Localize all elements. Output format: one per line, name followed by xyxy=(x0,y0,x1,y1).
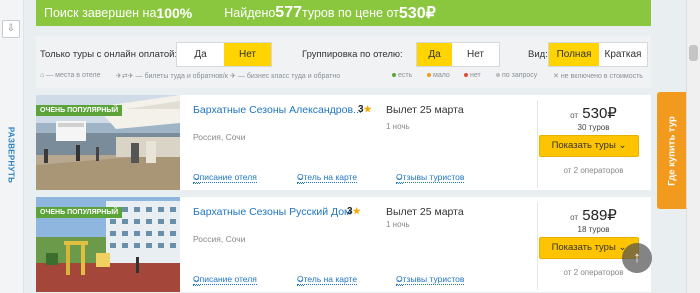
found-middle: туров по цене от xyxy=(302,6,399,20)
scrollbar[interactable] xyxy=(686,0,700,293)
view-short[interactable]: Краткая xyxy=(599,43,647,66)
hotel-description-link[interactable]: Описание отеля ⌄ xyxy=(193,172,257,184)
group-by-hotel-yes[interactable]: Да xyxy=(417,43,452,66)
legend-not-included: ✕ не включено в стоимость xyxy=(553,73,643,80)
star-icon: ★ xyxy=(352,206,361,216)
online-payment-label: Только туры с онлайн оплатой: xyxy=(40,49,178,60)
popular-badge: ОЧЕНЬ ПОПУЛЯРНЫЙ xyxy=(36,207,123,218)
online-payment-no[interactable]: Нет xyxy=(224,43,271,66)
search-status-bar: Поиск завершен на 100% Найдено 577 туров… xyxy=(36,0,651,26)
hotel-stars: 3★ xyxy=(358,104,372,115)
group-by-hotel-no[interactable]: Нет xyxy=(452,43,499,66)
departure-date: Вылет 25 марта xyxy=(386,104,464,116)
scrollbar-thumb[interactable] xyxy=(689,45,698,61)
hotel-reviews-link[interactable]: Отзывы туристов ⌄ xyxy=(396,172,465,184)
online-payment-yes[interactable]: Да xyxy=(177,43,224,66)
legend-no: нет xyxy=(464,72,481,79)
tour-duration: 1 ночь xyxy=(386,122,410,131)
hotel-card: ОЧЕНЬ ПОПУЛЯРНЫЙ Бархатные Сезоны Русски… xyxy=(36,197,651,292)
hotel-description-link[interactable]: Описание отеля ⌄ xyxy=(193,274,257,286)
legend-request: по запросу xyxy=(496,72,537,79)
tours-count: 30 туров xyxy=(577,123,610,132)
found-prefix: Найдено xyxy=(224,6,276,20)
show-tours-button[interactable]: Показать туры ⌄ xyxy=(539,135,639,157)
hotel-price: от 589₽ xyxy=(570,207,617,224)
where-to-buy-tab[interactable]: Где купить тур xyxy=(657,92,687,209)
plane-icon: ✈⇄✈ xyxy=(116,73,136,80)
search-status-text: Поиск завершен на xyxy=(44,6,157,20)
expand-panel-toggle[interactable]: РАЗВЕРНУТЬ xyxy=(2,120,20,190)
search-percent: 100% xyxy=(156,5,193,21)
hotel-price: от 530₽ xyxy=(570,105,617,122)
no-dot-icon xyxy=(464,73,468,78)
legend-tickets: ✈⇄✈ — билеты туда и обратно xyxy=(116,73,220,80)
business-class-icon: ʙ/ᴋ ✈ xyxy=(219,73,238,80)
view-label: Вид: xyxy=(528,49,548,60)
download-icon[interactable]: ⇩ xyxy=(2,20,20,38)
arrow-up-icon[interactable]: ↑ xyxy=(622,243,652,273)
yes-dot-icon xyxy=(392,73,396,78)
view-toggle: Полная Краткая xyxy=(548,42,648,67)
filter-panel: Только туры с онлайн оплатой: Да Нет Гру… xyxy=(36,36,651,88)
legend-yes: есть xyxy=(392,72,412,79)
group-by-hotel-label: Группировка по отелю: xyxy=(302,49,403,60)
hotel-reviews-link[interactable]: Отзывы туристов ⌄ xyxy=(396,274,465,286)
tours-count: 18 туров xyxy=(577,225,610,234)
tour-duration: 1 ночь xyxy=(386,220,410,229)
request-dot-icon xyxy=(496,73,500,78)
cross-icon: ✕ xyxy=(553,73,561,80)
hotel-map-link[interactable]: Отель на карте ⌄ xyxy=(297,274,358,286)
hotel-name-link[interactable]: Бархатные Сезоны Александров... xyxy=(193,104,362,116)
price-box: от 530₽ 30 туров Показать туры ⌄ от 2 оп… xyxy=(537,100,649,188)
few-dot-icon xyxy=(427,73,431,78)
hotel-location: Россия, Сочи xyxy=(193,234,246,244)
hotel-card: ОЧЕНЬ ПОПУЛЯРНЫЙ Бархатные Сезоны Алекса… xyxy=(36,95,651,190)
departure-date: Вылет 25 марта xyxy=(386,206,464,218)
popular-badge: ОЧЕНЬ ПОПУЛЯРНЫЙ xyxy=(36,105,123,116)
view-full[interactable]: Полная xyxy=(549,43,599,66)
left-collapsed-panel: ⇩ РАЗВЕРНУТЬ xyxy=(0,0,24,293)
legend-business: ʙ/ᴋ ✈ — бизнес класс туда и обратно xyxy=(219,73,341,80)
legend-hotel-places: ⌂ — места в отеле xyxy=(40,72,101,79)
star-icon: ★ xyxy=(363,104,372,114)
hotel-location: Россия, Сочи xyxy=(193,132,246,142)
found-count: 577 xyxy=(275,4,302,21)
group-by-hotel-toggle: Да Нет xyxy=(416,42,500,67)
hotel-name-link[interactable]: Бархатные Сезоны Русский Дом xyxy=(193,206,351,218)
legend-few: мало xyxy=(427,72,450,79)
found-price: 530₽ xyxy=(398,5,436,22)
chevron-down-icon: ⌄ xyxy=(618,140,627,151)
operators-count: от 2 операторов xyxy=(563,166,624,175)
hotel-stars: 3★ xyxy=(347,206,361,217)
online-payment-toggle: Да Нет xyxy=(176,42,272,67)
hotel-map-link[interactable]: Отель на карте ⌄ xyxy=(297,172,358,184)
